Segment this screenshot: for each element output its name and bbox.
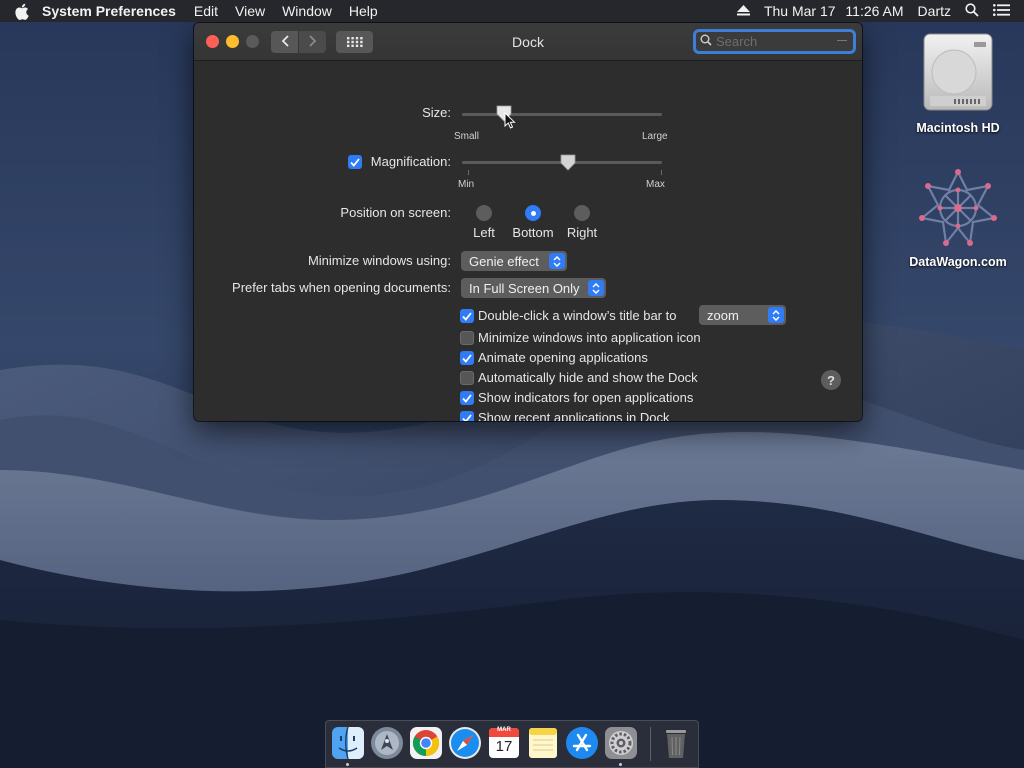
clock-date: Thu Mar 17 [763, 3, 836, 19]
menu-bar: System Preferences Edit View Window Help… [0, 0, 1024, 22]
notes-icon[interactable] [526, 726, 560, 760]
autohide-dock-label: Automatically hide and show the Dock [478, 370, 698, 385]
prefer-tabs-popup[interactable]: In Full Screen Only [461, 278, 606, 298]
desktop-item-macintosh-hd[interactable]: Macintosh HD [898, 30, 1018, 135]
menu-help[interactable]: Help [349, 3, 378, 19]
search-input[interactable] [716, 34, 836, 49]
menu-edit[interactable]: Edit [194, 3, 218, 19]
size-min-label: Small [454, 131, 480, 142]
launchpad-icon[interactable] [370, 726, 404, 760]
search-divider [837, 40, 847, 41]
animate-opening-label: Animate opening applications [478, 350, 648, 365]
show-indicators-label: Show indicators for open applications [478, 390, 694, 405]
minimize-into-icon-label: Minimize windows into application icon [478, 330, 701, 345]
checkmark-icon [462, 411, 472, 421]
calendar-day: 17 [495, 738, 513, 755]
size-label: Size: [422, 105, 451, 120]
window-content: Size: Small Large Magnification: Min Max… [194, 62, 862, 421]
minimize-into-icon-checkbox[interactable] [460, 331, 474, 345]
menu-view[interactable]: View [235, 3, 265, 19]
spotlight-icon[interactable] [965, 2, 979, 20]
apple-icon[interactable] [0, 0, 42, 22]
dock-separator [650, 727, 651, 761]
position-right-label: Right [566, 225, 598, 240]
position-left-radio[interactable] [476, 205, 492, 221]
mouse-cursor-icon [504, 111, 516, 132]
magnification-max-label: Max [646, 179, 665, 190]
eject-icon[interactable] [736, 3, 750, 19]
datawagon-logo-icon [918, 168, 998, 251]
checkmark-icon [350, 155, 360, 170]
updown-arrows-icon [549, 253, 565, 269]
updown-arrows-icon [768, 307, 784, 323]
desktop-item-label: Macintosh HD [916, 121, 1000, 135]
menu-app-name[interactable]: System Preferences [42, 3, 176, 19]
calendar-icon[interactable]: MAR 17 [487, 726, 521, 760]
dock-preferences-window: Dock Size: Small Large Magnification: [194, 23, 862, 421]
app-store-icon[interactable] [565, 726, 599, 760]
double-click-label: Double-click a window’s title bar to [478, 308, 677, 323]
help-button[interactable]: ? [821, 370, 841, 390]
system-preferences-icon[interactable] [604, 726, 638, 760]
double-click-checkbox[interactable] [460, 309, 474, 323]
size-slider-track[interactable] [462, 113, 662, 116]
finder-icon[interactable] [331, 726, 365, 760]
desktop-item-datawagon[interactable]: DataWagon.com [898, 168, 1018, 269]
checkmark-icon [462, 309, 472, 324]
menu-clock[interactable]: Thu Mar 17 11:26 AM [764, 3, 904, 19]
show-recent-label: Show recent applications in Dock [478, 410, 670, 421]
menu-window[interactable]: Window [282, 3, 332, 19]
desktop-item-label: DataWagon.com [909, 255, 1007, 269]
magnification-slider-thumb[interactable] [560, 154, 576, 171]
position-label: Position on screen: [340, 205, 451, 220]
magnification-label: Magnification: [370, 154, 451, 169]
title-bar[interactable]: Dock [194, 23, 862, 61]
calendar-month: MAR [497, 727, 511, 733]
minimize-using-label: Minimize windows using: [307, 253, 451, 268]
magnification-min-label: Min [458, 179, 475, 190]
animate-opening-checkbox[interactable] [460, 351, 474, 365]
hard-drive-icon [920, 30, 996, 117]
chrome-icon[interactable] [409, 726, 443, 760]
menu-user[interactable]: Dartz [918, 3, 951, 19]
autohide-dock-checkbox[interactable] [460, 371, 474, 385]
prefer-tabs-label: Prefer tabs when opening documents: [232, 280, 451, 295]
running-indicator [346, 763, 349, 766]
dock: MAR 17 [325, 720, 699, 768]
updown-arrows-icon [588, 280, 604, 296]
clock-time: 11:26 AM [845, 3, 904, 19]
position-bottom-radio[interactable] [525, 205, 541, 221]
notification-center-icon[interactable] [993, 3, 1010, 19]
minimize-effect-value: Genie effect [469, 253, 539, 269]
show-indicators-checkbox[interactable] [460, 391, 474, 405]
running-indicator [619, 763, 622, 766]
position-right-radio[interactable] [574, 205, 590, 221]
double-click-action-popup[interactable]: zoom [699, 305, 786, 325]
search-field[interactable] [693, 29, 856, 54]
checkmark-icon [462, 391, 472, 406]
show-recent-checkbox[interactable] [460, 411, 474, 421]
search-icon [700, 34, 712, 49]
double-click-action-value: zoom [707, 307, 739, 323]
safari-icon[interactable] [448, 726, 482, 760]
minimize-effect-popup[interactable]: Genie effect [461, 251, 567, 271]
magnification-checkbox[interactable] [348, 155, 362, 169]
trash-icon[interactable] [659, 726, 693, 760]
size-max-label: Large [642, 131, 668, 142]
checkmark-icon [462, 351, 472, 366]
prefer-tabs-value: In Full Screen Only [469, 280, 580, 296]
